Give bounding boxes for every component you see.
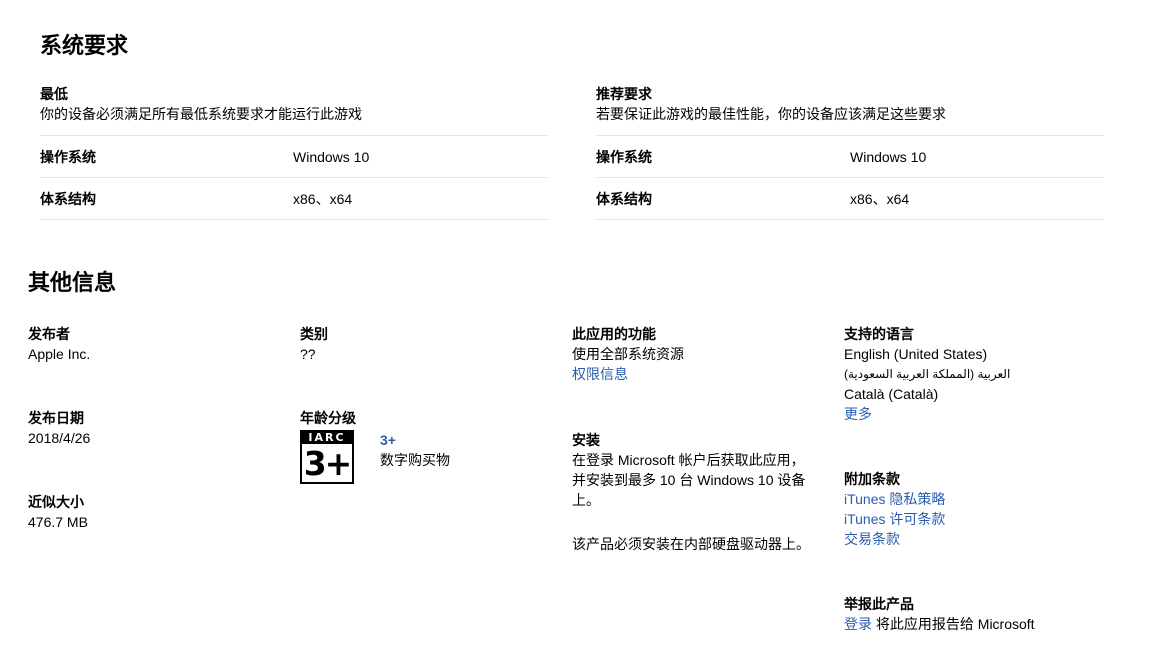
divider [40,135,548,136]
age-rating-label: 年龄分级 [300,410,356,426]
report-login-link[interactable]: 登录 [844,616,872,632]
permissions-link[interactable]: 权限信息 [572,364,628,384]
min-os-value: Windows 10 [293,149,370,165]
iarc-badge-number: 3+ [303,444,353,483]
capabilities-label: 此应用的功能 [572,326,656,342]
installation-label: 安装 [572,432,600,448]
iarc-badge-header: IARC [302,432,352,444]
min-os-label: 操作系统 [40,149,96,165]
terms-label: 附加条款 [844,471,900,487]
divider [40,177,548,178]
itunes-privacy-link[interactable]: iTunes 隐私策略 [844,489,945,509]
rec-arch-label: 体系结构 [596,191,652,207]
publisher-value: Apple Inc. [28,346,91,362]
publisher-label: 发布者 [28,326,70,342]
category-label: 类别 [300,326,328,342]
iarc-rating-icon: IARC 3+ [300,430,354,484]
age-rating-desc: 数字购买物 [380,452,450,468]
size-value: 476.7 MB [28,514,88,530]
divider [40,219,548,220]
min-arch-label: 体系结构 [40,191,96,207]
age-rating-value: 3+ [380,432,396,448]
release-date-label: 发布日期 [28,410,84,426]
divider [596,135,1104,136]
rec-arch-value: x86、x64 [850,191,910,207]
rec-os-value: Windows 10 [850,149,927,165]
language-item: Català (Català) [844,386,939,402]
installation-note: 该产品必须安装在内部硬盘驱动器上。 [572,536,810,552]
divider [596,219,1104,220]
report-line: 登录 将此应用报告给 Microsoft [844,614,1035,634]
installation-line: 并安装到最多 10 台 Windows 10 设备 [572,472,806,488]
report-label: 举报此产品 [844,596,914,612]
sysreq-title: 系统要求 [40,33,129,58]
recommended-desc: 若要保证此游戏的最佳性能，你的设备应该满足这些要求 [596,106,946,122]
recommended-heading: 推荐要求 [596,86,652,102]
info-title: 其他信息 [28,270,117,295]
divider [596,177,1104,178]
language-item: العربية (المملكة العربية السعودية) [844,367,1011,381]
size-label: 近似大小 [28,494,84,510]
minimum-heading: 最低 [40,86,68,102]
languages-label: 支持的语言 [844,326,914,342]
installation-line: 在登录 Microsoft 帐户后获取此应用， [572,452,805,468]
report-text: 将此应用报告给 Microsoft [875,616,1035,632]
more-languages-link[interactable]: 更多 [844,404,872,424]
rec-os-label: 操作系统 [596,149,652,165]
itunes-license-link[interactable]: iTunes 许可条款 [844,509,945,529]
capabilities-value: 使用全部系统资源 [572,346,684,362]
language-item: English (United States) [844,346,988,362]
transaction-terms-link[interactable]: 交易条款 [844,529,900,549]
release-date-value: 2018/4/26 [28,430,91,446]
minimum-desc: 你的设备必须满足所有最低系统要求才能运行此游戏 [40,106,362,122]
min-arch-value: x86、x64 [293,191,353,207]
category-value: ?? [300,346,316,362]
installation-line: 上。 [572,492,600,508]
